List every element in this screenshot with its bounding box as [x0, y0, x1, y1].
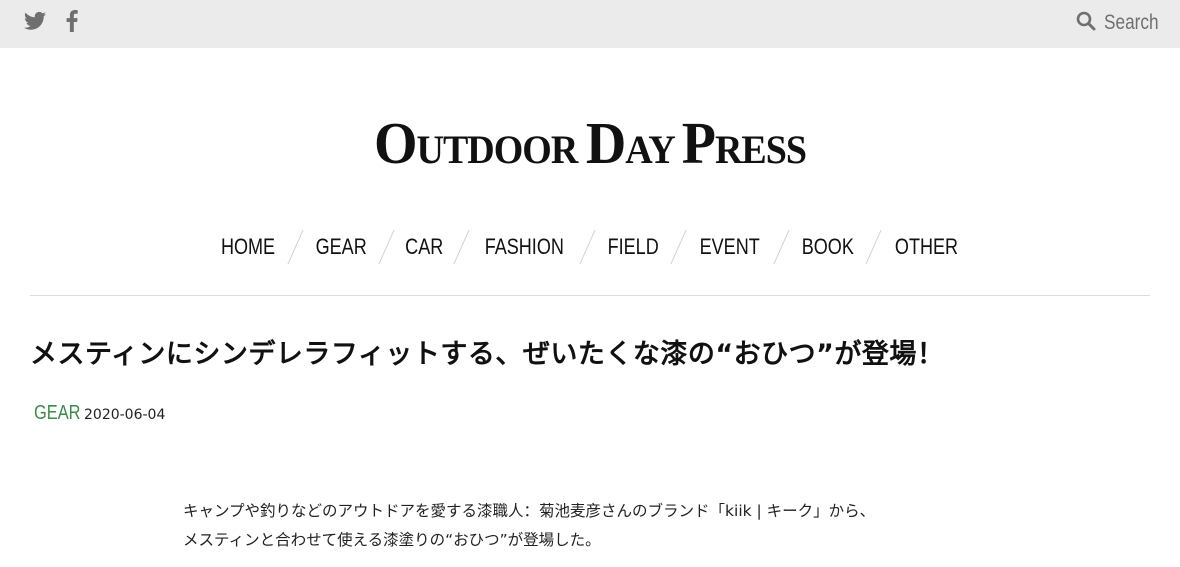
nav-separator [579, 230, 596, 264]
nav-separator [773, 230, 790, 264]
search-icon [1076, 11, 1096, 35]
twitter-icon[interactable] [24, 11, 46, 35]
article-meta: GEAR 2020-06-04 [34, 402, 165, 425]
nav-separator [378, 230, 395, 264]
nav-separator [670, 230, 687, 264]
main-nav: HOME GEAR CAR FASHION FIELD EVENT BOOK O… [0, 230, 1180, 264]
nav-item-fashion[interactable]: FASHION [485, 234, 564, 260]
category-link[interactable]: GEAR [34, 402, 80, 425]
nav-item-home[interactable]: HOME [221, 234, 275, 260]
search-button[interactable]: Search [1076, 11, 1162, 35]
nav-separator [287, 230, 304, 264]
header-divider [30, 295, 1150, 296]
nav-item-other[interactable]: OTHER [895, 234, 958, 260]
article-title: メスティンにシンデレラフィットする、ぜいたくな漆の“おひつ”が登場！ [30, 339, 945, 370]
nav-separator [453, 230, 471, 264]
nav-item-gear[interactable]: GEAR [315, 234, 366, 260]
nav-item-car[interactable]: CAR [405, 234, 443, 260]
site-logo[interactable]: OUTDOOR DAY PRESS [0, 110, 1180, 177]
paragraph-line: メスティンと合わせて使える漆塗りの“おひつ”が登場した。 [183, 531, 601, 549]
search-label: Search [1104, 11, 1159, 34]
nav-item-field[interactable]: FIELD [608, 234, 659, 260]
top-bar: Search [0, 0, 1180, 48]
paragraph-line: キャンプや釣りなどのアウトドアを愛する漆職人：菊池麦彦さんのブランド「kiik … [183, 502, 876, 520]
publish-date: 2020-06-04 [84, 407, 166, 423]
nav-item-event[interactable]: EVENT [700, 234, 760, 260]
article-body: キャンプや釣りなどのアウトドアを愛する漆職人：菊池麦彦さんのブランド「kiik … [183, 497, 1003, 555]
nav-separator [865, 230, 882, 264]
nav-item-book[interactable]: BOOK [801, 234, 853, 260]
facebook-icon[interactable] [66, 10, 78, 36]
social-links [24, 10, 78, 36]
